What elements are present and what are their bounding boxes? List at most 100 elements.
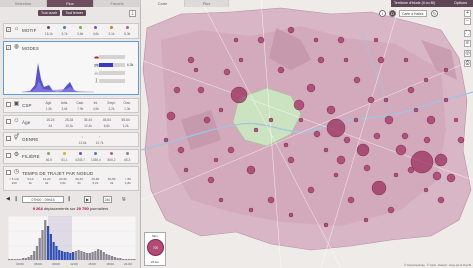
flow-circle[interactable] (367, 96, 375, 104)
map-basemap-select[interactable]: Carte à Halles (399, 10, 427, 17)
flow-circle[interactable] (353, 76, 361, 84)
age-checkbox[interactable] (6, 119, 11, 124)
fullscreen-icon[interactable]: ⛶ (464, 30, 471, 37)
layer-icon[interactable]: D (389, 10, 396, 17)
info-icon[interactable]: i (379, 10, 386, 17)
flow-circle[interactable] (203, 116, 211, 124)
print-icon[interactable]: ⎙ (464, 60, 471, 67)
flow-circle[interactable] (373, 37, 379, 43)
flow-circle[interactable] (213, 157, 219, 163)
flow-circle[interactable] (343, 57, 349, 63)
flow-circle[interactable] (283, 142, 289, 148)
open-all-button[interactable]: Tout ouvrir (38, 10, 61, 16)
flow-circle[interactable] (288, 212, 294, 218)
flow-circle[interactable] (363, 217, 369, 223)
layers-icon[interactable]: ≡ (464, 40, 471, 47)
filiere-row[interactable]: ⚙ FILIÈRE 46,5 61,1 4345,7 1356,4 806,2 … (3, 149, 139, 164)
flow-circle[interactable] (443, 67, 449, 73)
download-icon[interactable]: ⤓ (129, 10, 136, 17)
flow-circle[interactable] (363, 164, 371, 172)
step-back-icon[interactable]: ◀ (6, 196, 10, 202)
genre-row[interactable]: ⚥ GENRE ♀ ♂ 13,6k 10,7k (3, 132, 139, 147)
time-range-input[interactable]: 07h00 - 09h15 (22, 196, 64, 203)
flow-circle[interactable] (413, 107, 419, 113)
flow-circle[interactable] (373, 132, 381, 140)
flow-circle[interactable] (238, 57, 244, 63)
flow-circle[interactable] (218, 197, 224, 203)
prev-icon[interactable]: ❙ (14, 196, 18, 202)
genre-checkbox[interactable] (6, 136, 11, 141)
flow-circle[interactable] (246, 165, 256, 175)
flow-circle[interactable] (287, 156, 295, 164)
motif-checkbox[interactable]: ✓ (6, 27, 11, 32)
tab-map[interactable]: Carte (141, 0, 185, 7)
flow-circle[interactable] (177, 146, 185, 154)
flow-circle[interactable] (407, 86, 415, 94)
flow-circle[interactable] (163, 137, 169, 143)
flow-circle[interactable] (453, 117, 459, 123)
flow-circle[interactable] (371, 180, 387, 196)
flow-circle[interactable] (426, 115, 436, 125)
flow-circle[interactable] (395, 144, 407, 156)
flow-circle[interactable] (384, 115, 394, 125)
flow-circle[interactable] (401, 132, 409, 140)
flow-circle[interactable] (183, 167, 189, 173)
flow-circle[interactable] (437, 196, 445, 204)
flow-circle[interactable] (423, 136, 431, 144)
flow-circle[interactable] (343, 136, 351, 144)
flow-circle[interactable] (313, 130, 321, 138)
flow-circle[interactable] (307, 186, 315, 194)
flow-circle[interactable] (423, 187, 429, 193)
flow-circle[interactable] (293, 99, 305, 111)
flow-circle[interactable] (197, 86, 205, 94)
modes-row[interactable]: ✓ ◍ MODES 🚗 🚌 6,3k 🚲 🚶 (3, 41, 139, 95)
flow-circle[interactable] (166, 111, 176, 121)
flow-circle[interactable] (387, 206, 395, 214)
flow-circle[interactable] (393, 172, 399, 178)
flow-circle[interactable] (248, 207, 254, 213)
map-canvas[interactable] (141, 0, 473, 268)
flow-circle[interactable] (313, 37, 319, 43)
flow-circle[interactable] (356, 143, 370, 157)
flow-circle[interactable] (443, 97, 449, 103)
motif-row[interactable]: ✓ ⌂ MOTIF 15,1k 3,7k 3,6k 4,6k 3,1k 6,3k (3, 23, 139, 39)
flow-circle[interactable] (287, 26, 295, 34)
flow-circle[interactable] (336, 155, 346, 165)
flow-circle[interactable] (233, 37, 239, 43)
flow-circle[interactable] (457, 136, 465, 144)
flow-circle[interactable] (403, 57, 409, 63)
next-icon[interactable]: ❙ (67, 196, 71, 202)
time-histogram[interactable]: 2k 1k 03:00 06:00 09:00 12:00 15:00 18:0… (8, 216, 136, 266)
flow-circle[interactable] (218, 107, 224, 113)
flow-circle[interactable] (268, 117, 274, 123)
flow-circle[interactable] (187, 56, 195, 64)
flow-circle[interactable] (227, 146, 235, 154)
filiere-checkbox[interactable] (6, 153, 11, 158)
flow-circle[interactable] (326, 105, 336, 115)
flow-circle[interactable] (323, 222, 329, 228)
zoom-in-icon[interactable]: + (464, 10, 471, 17)
options-button[interactable]: Options (454, 0, 467, 7)
tab-map-flux[interactable]: Flux (185, 0, 229, 7)
flow-circle[interactable] (306, 83, 316, 93)
speed-input[interactable]: 240 (103, 196, 112, 203)
close-all-button[interactable]: Tout fermer (62, 10, 87, 16)
flow-circle[interactable] (277, 66, 285, 74)
flow-circle[interactable] (317, 56, 325, 64)
flow-circle[interactable] (326, 118, 346, 138)
map-view[interactable]: Carte Flux Territoire d'étude (Il ou Bi)… (141, 0, 473, 268)
flow-circle[interactable] (434, 153, 448, 167)
flow-circle[interactable] (257, 36, 265, 44)
flow-circle[interactable] (230, 86, 248, 104)
flow-circle[interactable] (423, 77, 429, 83)
flow-circle[interactable] (323, 147, 329, 153)
play-button[interactable]: ▶ (84, 196, 91, 203)
flow-circle[interactable] (298, 117, 304, 123)
tab-flux[interactable]: Flux (47, 0, 94, 7)
flow-circle[interactable] (253, 127, 259, 133)
flow-circle[interactable] (207, 176, 215, 184)
flow-circle[interactable] (446, 173, 456, 183)
flow-circle[interactable] (377, 56, 385, 64)
flow-circle[interactable] (347, 196, 355, 204)
flow-circle[interactable] (267, 196, 275, 204)
